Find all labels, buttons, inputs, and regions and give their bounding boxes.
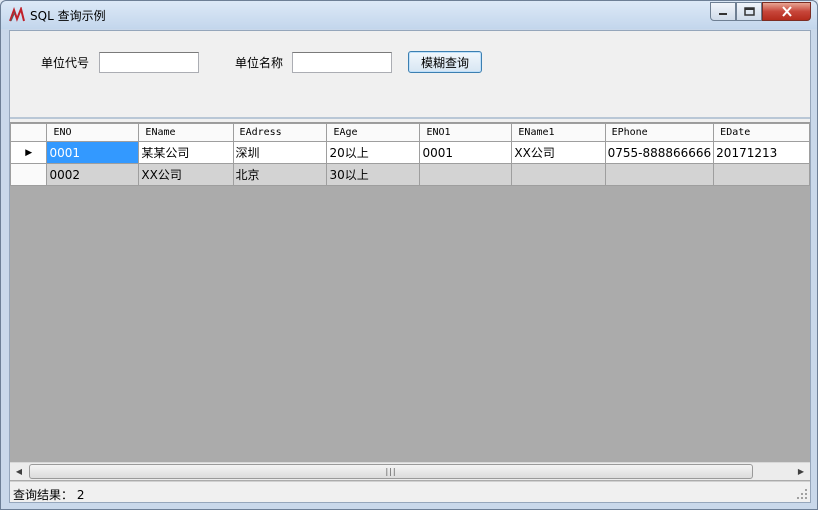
unit-code-label: 单位代号	[41, 56, 90, 70]
table-row[interactable]: ▶ 0001 某某公司 深圳 20以上 0001 XX公司 0755-88886…	[10, 141, 810, 164]
close-button[interactable]	[762, 2, 811, 21]
app-icon	[9, 7, 25, 22]
table-row[interactable]: 0002 XX公司 北京 30以上	[10, 163, 810, 186]
fuzzy-search-button[interactable]: 模糊查询	[408, 51, 482, 73]
unit-code-input[interactable]	[99, 52, 199, 73]
arrow-right-icon: ▶	[797, 467, 805, 476]
close-icon	[781, 6, 792, 17]
status-bar: 查询结果： 2	[10, 481, 810, 502]
row-header[interactable]: ▶	[10, 141, 48, 164]
arrow-left-icon: ◀	[15, 467, 23, 476]
result-count: 2	[76, 488, 85, 502]
table-cell[interactable]: 某某公司	[138, 141, 234, 164]
grid-header-row: ENO EName EAdress EAge ENO1 EName1 EPhon…	[10, 123, 810, 142]
scroll-right-button[interactable]: ▶	[792, 463, 810, 480]
table-cell[interactable]: 30以上	[326, 163, 421, 186]
window-title: SQL 查询示例	[30, 9, 106, 23]
status-result: 查询结果： 2	[13, 486, 84, 503]
grid-corner[interactable]	[10, 123, 48, 142]
unit-name-input[interactable]	[292, 52, 392, 73]
column-header-ephone[interactable]: EPhone	[604, 123, 715, 142]
table-cell[interactable]: 20171213	[713, 141, 810, 164]
table-cell[interactable]: 0001	[46, 141, 140, 164]
minimize-button[interactable]	[710, 2, 736, 21]
scroll-thumb[interactable]: |||	[29, 464, 753, 479]
table-cell[interactable]	[419, 163, 513, 186]
resize-grip-icon[interactable]	[797, 489, 808, 500]
table-cell[interactable]	[713, 163, 810, 186]
title-bar[interactable]: SQL 查询示例	[1, 1, 817, 29]
grip-icon: |||	[385, 467, 397, 476]
app-window: SQL 查询示例 单位代号 单位名称 模糊查询 ENO EName EAdres…	[0, 0, 818, 510]
row-header[interactable]	[10, 163, 48, 186]
maximize-icon	[743, 7, 755, 16]
data-grid[interactable]: ENO EName EAdress EAge ENO1 EName1 EPhon…	[10, 122, 810, 481]
client-area: 单位代号 单位名称 模糊查询 ENO EName EAdress EAge EN…	[9, 30, 811, 503]
scroll-left-button[interactable]: ◀	[10, 463, 28, 480]
table-cell[interactable]: 0001	[419, 141, 513, 164]
table-cell[interactable]: 0002	[46, 163, 140, 186]
table-cell[interactable]: 0755-888866666	[604, 141, 715, 164]
column-header-eage[interactable]: EAge	[326, 123, 421, 142]
horizontal-scrollbar[interactable]: ◀ ||| ▶	[10, 462, 810, 480]
table-cell[interactable]	[604, 163, 715, 186]
column-header-eno1[interactable]: ENO1	[419, 123, 513, 142]
table-cell[interactable]: XX公司	[511, 141, 606, 164]
maximize-button[interactable]	[736, 2, 762, 21]
query-panel: 单位代号 单位名称 模糊查询	[10, 31, 810, 119]
table-cell[interactable]	[511, 163, 606, 186]
column-header-ename[interactable]: EName	[138, 123, 234, 142]
table-cell[interactable]: 深圳	[232, 141, 328, 164]
table-cell[interactable]: 20以上	[326, 141, 421, 164]
minimize-icon	[719, 12, 727, 15]
grid-table: ENO EName EAdress EAge ENO1 EName1 EPhon…	[10, 123, 810, 186]
table-cell[interactable]: 北京	[232, 163, 328, 186]
table-cell[interactable]: XX公司	[138, 163, 234, 186]
unit-name-label: 单位名称	[235, 56, 284, 70]
column-header-eno[interactable]: ENO	[46, 123, 140, 142]
column-header-edate[interactable]: EDate	[713, 123, 810, 142]
column-header-ename1[interactable]: EName1	[511, 123, 606, 142]
status-label: 查询结果：	[13, 488, 74, 502]
column-header-eadress[interactable]: EAdress	[232, 123, 328, 142]
